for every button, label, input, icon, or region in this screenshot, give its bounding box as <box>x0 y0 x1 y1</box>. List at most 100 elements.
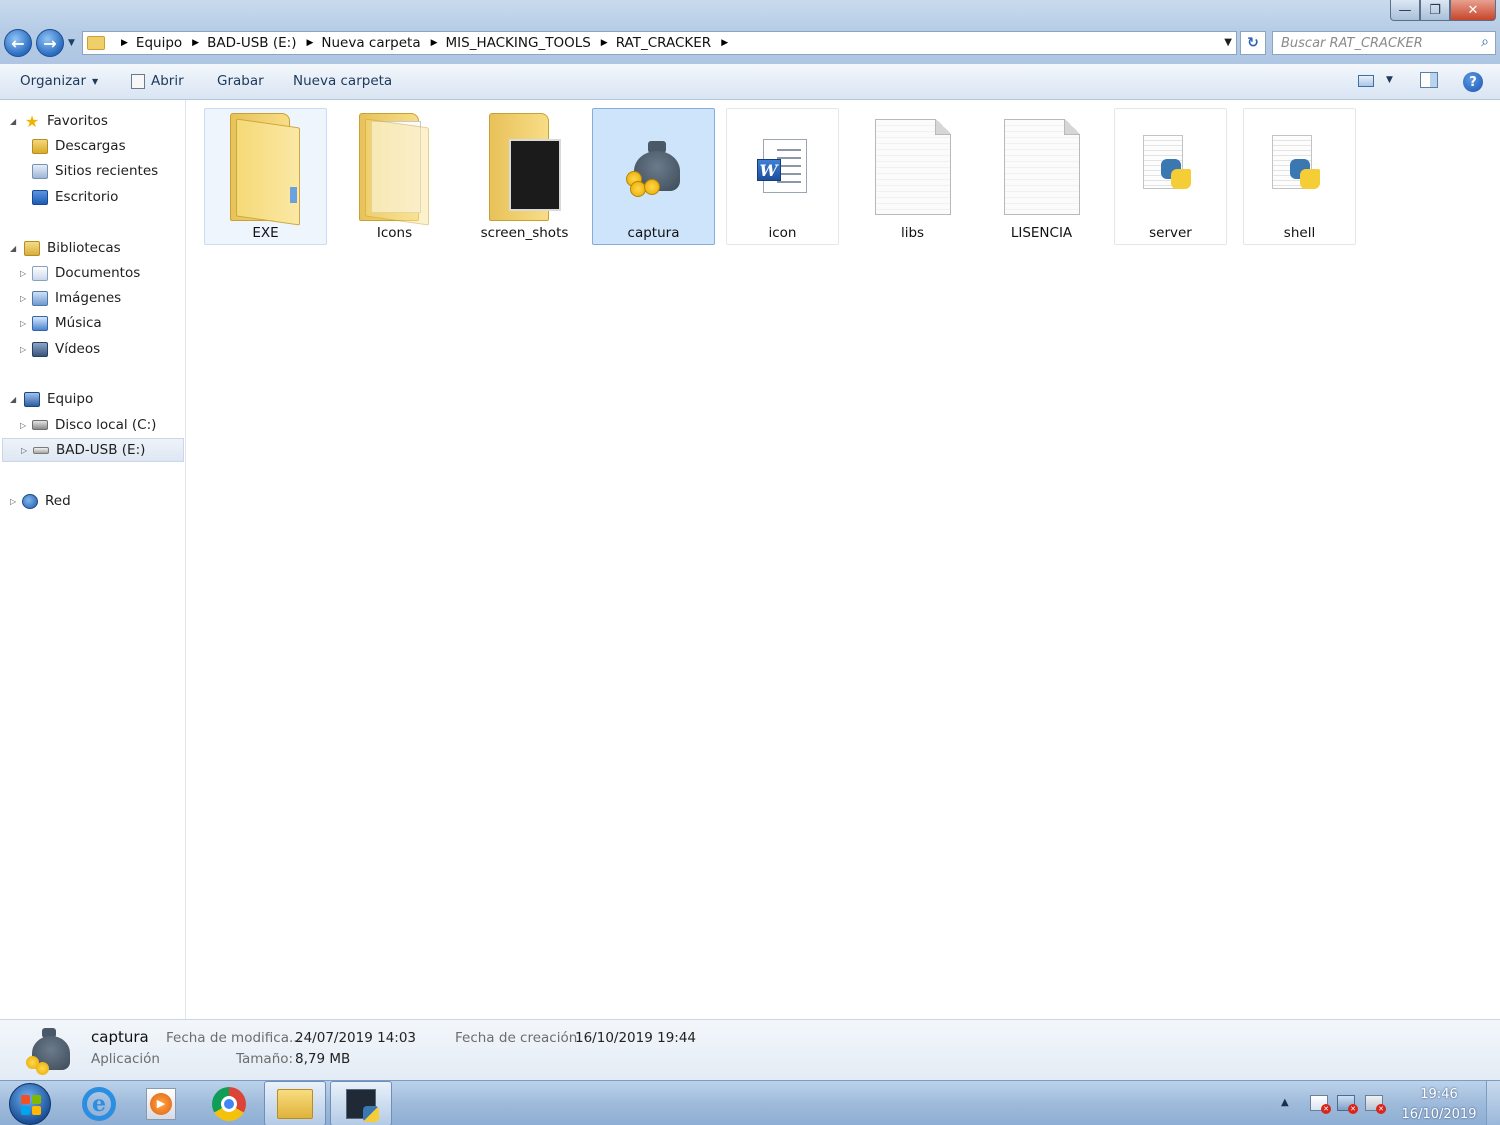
breadcrumb-separator[interactable]: ▶ <box>111 38 136 48</box>
breadcrumb-bad-usb[interactable]: BAD-USB (E:) ▶ <box>207 35 321 51</box>
nav-computer[interactable]: ◢ Equipo <box>10 387 93 411</box>
open-button[interactable]: Abrir <box>131 73 184 89</box>
address-history-chevron-down-icon[interactable]: ▼ <box>1224 37 1232 48</box>
details-modified-label: Fecha de modifica... <box>166 1030 302 1046</box>
taskbar-chrome[interactable] <box>198 1081 260 1125</box>
collapsed-triangle-icon[interactable]: ▷ <box>10 497 16 506</box>
file-item-icons[interactable]: Icons <box>333 108 456 245</box>
nav-pictures[interactable]: ▷ Imágenes <box>20 286 121 310</box>
folder-with-screenshots-icon <box>488 113 561 221</box>
breadcrumb-rat-cracker[interactable]: RAT_CRACKER ▶ <box>616 35 736 51</box>
expand-triangle-icon[interactable]: ◢ <box>10 117 16 126</box>
nav-label: BAD-USB (E:) <box>56 442 146 458</box>
show-desktop-button[interactable] <box>1486 1081 1500 1125</box>
action-center-flag-icon[interactable]: ✕ <box>1310 1095 1331 1114</box>
search-icon[interactable]: ⌕ <box>1481 34 1489 50</box>
refresh-button[interactable]: ↻ <box>1240 31 1266 55</box>
view-options-chevron-down-icon[interactable]: ▼ <box>1386 75 1393 85</box>
start-button[interactable] <box>9 1083 51 1125</box>
breadcrumb-label: Equipo <box>135 35 183 51</box>
file-item-icon[interactable]: W icon <box>726 108 839 245</box>
maximize-button[interactable]: ❐ <box>1420 0 1450 21</box>
view-icon <box>1358 75 1374 87</box>
file-item-captura[interactable]: captura <box>592 108 715 245</box>
details-size-value: 8,79 MB <box>295 1051 351 1067</box>
nav-music[interactable]: ▷ Música <box>20 311 102 335</box>
burn-button[interactable]: Grabar <box>217 73 264 89</box>
collapsed-triangle-icon[interactable]: ▷ <box>20 294 26 303</box>
taskbar-media-player[interactable]: ▶ <box>130 1081 192 1125</box>
folder-with-pages-icon <box>358 113 431 226</box>
word-document-icon: W <box>756 139 809 195</box>
file-item-screen-shots[interactable]: screen_shots <box>463 108 586 245</box>
nav-label: Disco local (C:) <box>55 417 157 433</box>
chevron-right-icon: ▶ <box>306 38 314 48</box>
nav-label: Red <box>45 493 71 509</box>
chevron-right-icon: ▶ <box>721 38 729 48</box>
breadcrumb-nueva-carpeta[interactable]: Nueva carpeta ▶ <box>321 35 445 51</box>
nav-documents[interactable]: ▷ Documentos <box>20 261 140 285</box>
close-button[interactable]: ✕ <box>1450 0 1496 21</box>
python-file-icon <box>1271 135 1328 193</box>
collapsed-triangle-icon[interactable]: ▷ <box>20 421 26 430</box>
file-item-server[interactable]: server <box>1114 108 1227 245</box>
collapsed-triangle-icon[interactable]: ▷ <box>20 319 26 328</box>
computer-icon <box>24 391 40 407</box>
system-clock[interactable]: 19:46 16/10/2019 <box>1398 1085 1480 1125</box>
recent-places-icon <box>32 163 48 179</box>
open-label: Abrir <box>151 73 184 89</box>
nav-local-disk[interactable]: ▷ Disco local (C:) <box>20 413 156 437</box>
forward-button[interactable]: → <box>36 29 64 57</box>
collapsed-triangle-icon[interactable]: ▷ <box>20 345 26 354</box>
taskbar-windows-explorer[interactable] <box>264 1081 326 1125</box>
help-button[interactable]: ? <box>1463 72 1483 92</box>
network-status-icon[interactable]: ✕ <box>1337 1095 1358 1114</box>
windows-logo-icon <box>21 1095 41 1115</box>
money-bag-icon <box>625 137 682 197</box>
expand-triangle-icon[interactable]: ◢ <box>10 244 16 253</box>
file-item-libs[interactable]: libs <box>851 108 974 245</box>
desktop-icon <box>32 189 48 205</box>
nav-downloads[interactable]: Descargas <box>32 134 126 158</box>
search-box[interactable]: ⌕ <box>1272 31 1496 55</box>
back-button[interactable]: ← <box>4 29 32 57</box>
file-list[interactable]: EXE Icons screen_shots captura W icon li… <box>187 100 1500 1019</box>
recent-pages-chevron-down-icon[interactable]: ▼ <box>68 38 75 48</box>
nav-label: Escritorio <box>55 189 119 205</box>
address-bar[interactable]: ▶ Equipo ▶ BAD-USB (E:) ▶ Nueva carpeta ▶ M… <box>82 31 1237 55</box>
nav-recent-places[interactable]: Sitios recientes <box>32 159 158 183</box>
search-input[interactable] <box>1273 32 1463 54</box>
minimize-button[interactable]: — <box>1390 0 1420 21</box>
preview-pane-button[interactable] <box>1420 72 1438 88</box>
nav-videos[interactable]: ▷ Vídeos <box>20 337 100 361</box>
nav-favorites[interactable]: ◢ ★ Favoritos <box>10 109 108 133</box>
pictures-icon <box>32 290 48 306</box>
breadcrumb-mis-hacking-tools[interactable]: MIS_HACKING_TOOLS ▶ <box>446 35 616 51</box>
volume-muted-icon[interactable]: ✕ <box>1365 1095 1386 1114</box>
nav-network[interactable]: ▷ Red <box>10 489 71 513</box>
organize-button[interactable]: Organizar ▼ <box>20 73 98 89</box>
file-item-exe[interactable]: EXE <box>204 108 327 245</box>
show-hidden-icons-chevron-up-icon[interactable]: ▲ <box>1281 1097 1289 1108</box>
nav-label: Descargas <box>55 138 126 154</box>
file-name: EXE <box>252 225 279 241</box>
details-created-value: 16/10/2019 19:44 <box>575 1030 697 1046</box>
file-item-shell[interactable]: shell <box>1243 108 1356 245</box>
taskbar-internet-explorer[interactable]: e <box>68 1081 130 1125</box>
nav-desktop[interactable]: Escritorio <box>32 185 118 209</box>
file-item-lisencia[interactable]: LISENCIA <box>980 108 1103 245</box>
hard-disk-icon <box>32 420 48 430</box>
new-folder-button[interactable]: Nueva carpeta <box>293 73 392 89</box>
taskbar-python-app[interactable] <box>330 1081 392 1125</box>
breadcrumb-equipo[interactable]: Equipo ▶ <box>136 35 207 51</box>
collapsed-triangle-icon[interactable]: ▷ <box>21 446 27 455</box>
nav-bad-usb[interactable]: ▷ BAD-USB (E:) <box>2 438 184 462</box>
chevron-right-icon: ▶ <box>192 38 200 48</box>
money-bag-icon <box>26 1026 72 1076</box>
collapsed-triangle-icon[interactable]: ▷ <box>20 269 26 278</box>
windows-explorer-icon <box>277 1088 313 1119</box>
details-size-label: Tamaño: <box>236 1051 294 1067</box>
nav-libraries[interactable]: ◢ Bibliotecas <box>10 236 121 260</box>
change-view-button[interactable] <box>1358 75 1374 87</box>
expand-triangle-icon[interactable]: ◢ <box>10 395 16 404</box>
